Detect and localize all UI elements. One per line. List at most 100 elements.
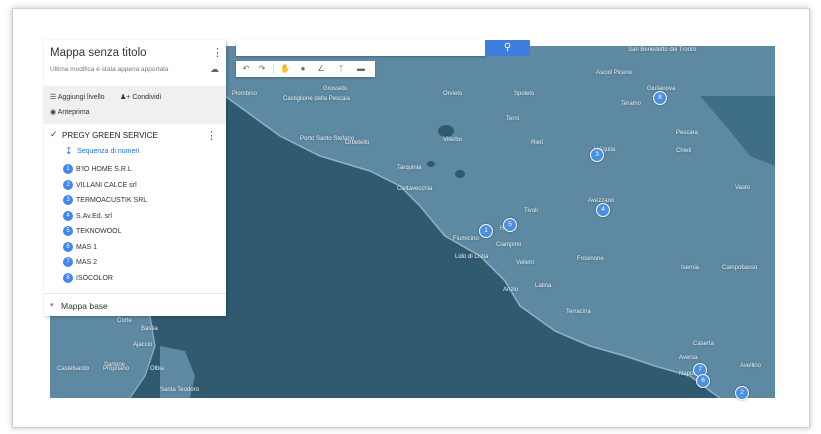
place-label: Fiumicino xyxy=(453,236,479,242)
cloud-saved-icon: ☁ xyxy=(210,64,219,74)
layer-item-label: MAS 1 xyxy=(76,243,98,251)
map-pin[interactable]: 8 xyxy=(653,91,667,105)
toolbar-divider xyxy=(273,64,274,74)
last-edit-status: Ultima modifica è stata appena apportata xyxy=(50,66,169,73)
layer-item[interactable]: 5 TEKNOWOOL xyxy=(63,226,122,238)
redo-icon[interactable]: ↷ xyxy=(254,61,270,77)
number-marker-icon: 1 xyxy=(63,164,73,175)
place-label: Bastia xyxy=(141,326,158,332)
map-toolbar: ↶ ↷ ✋ ● ∠ ᛉ ▬ xyxy=(236,61,375,77)
number-marker-icon: 5 xyxy=(63,226,73,237)
place-label: Frosinone xyxy=(577,256,604,262)
layer-item[interactable]: 4 S.Av.Ed. srl xyxy=(63,210,112,223)
place-label: Orvieto xyxy=(443,91,463,97)
place-label: Teramo xyxy=(621,101,642,107)
place-label: Tarquinia xyxy=(397,165,422,171)
preview-label: Anteprima xyxy=(57,109,90,116)
basemap-label: Mappa base xyxy=(61,301,108,311)
number-marker-icon: 7 xyxy=(63,257,73,268)
hand-pan-icon[interactable]: ✋ xyxy=(277,61,293,77)
place-label: Rieti xyxy=(531,140,544,146)
place-label: Terracina xyxy=(566,309,591,315)
place-label: Terni xyxy=(506,116,520,122)
chevron-down-icon: ▾ xyxy=(50,302,54,309)
add-layer-label: Aggiungi livello xyxy=(57,94,105,101)
place-label: Vasto xyxy=(735,185,750,191)
map-pin[interactable]: 1 xyxy=(479,224,493,238)
share-button[interactable]: ♟+ Condividi xyxy=(120,93,161,101)
place-label: Aversa xyxy=(679,355,698,361)
preview-button[interactable]: ◉ Anteprima xyxy=(50,108,90,116)
place-label: Ascoli Piceno xyxy=(596,70,633,76)
ruler-icon[interactable]: ▬ xyxy=(353,61,369,77)
place-label: Civitavecchia xyxy=(397,186,433,192)
place-label: Santa Teodoro xyxy=(160,387,199,393)
layer-item-label: S.Av.Ed. srl xyxy=(76,212,112,220)
marker-icon[interactable]: ● xyxy=(295,61,311,77)
search-input[interactable] xyxy=(236,40,486,56)
place-label: Isernia xyxy=(681,265,700,271)
place-label: Velletri xyxy=(516,260,535,266)
place-label: Lido di Ostia xyxy=(455,254,489,260)
layer-item-label: TERMOACUSTIK SRL xyxy=(76,197,148,204)
map-pin[interactable]: 6 xyxy=(696,374,710,388)
place-label: Spoleto xyxy=(514,91,535,97)
place-label: Propriano xyxy=(103,366,130,372)
paint-roller-icon: ↧ xyxy=(65,146,73,156)
place-label: Caserta xyxy=(693,341,715,347)
place-label: Latina xyxy=(535,283,552,289)
layer-item[interactable]: 7 MAS 2 xyxy=(63,257,97,269)
layer-item-label: VILLANI CALCE srl xyxy=(76,181,137,189)
layer-item[interactable]: 3 TERMOACUSTIK SRL xyxy=(63,195,147,207)
layer-item[interactable]: 2 VILLANI CALCE srl xyxy=(63,179,137,192)
number-marker-icon: 3 xyxy=(63,195,73,206)
map-pin[interactable]: 4 xyxy=(596,203,610,217)
search-button[interactable]: ⚲ xyxy=(485,40,530,56)
search-icon: ⚲ xyxy=(503,42,512,53)
undo-icon[interactable]: ↶ xyxy=(238,61,254,77)
layer-item[interactable]: 8 ISOCOLOR xyxy=(63,272,113,285)
layer-item-label: MAS 2 xyxy=(76,259,98,266)
layer-item[interactable]: 1 B'IO HOME S.R.L xyxy=(63,164,132,176)
place-label: Avellino xyxy=(740,363,761,369)
layer-item[interactable]: 6 MAS 1 xyxy=(63,241,98,254)
map-pin[interactable]: 3 xyxy=(590,148,604,162)
layer-item-label: TEKNOWOOL xyxy=(76,228,122,235)
place-label: Olbia xyxy=(150,366,165,372)
place-label: Viterbo xyxy=(443,137,462,143)
basemap-toggle[interactable]: ▾ Mappa base xyxy=(44,293,226,317)
map-menu-icon[interactable]: ⋮ xyxy=(212,46,223,59)
number-marker-icon: 4 xyxy=(63,210,73,221)
layer-style-link[interactable]: Sequenza di numeri xyxy=(77,148,139,155)
place-label: Castelsardo xyxy=(57,366,90,372)
directions-icon[interactable]: ᛉ xyxy=(333,61,349,77)
place-label: Ajaccio xyxy=(133,342,153,348)
layer-menu-icon[interactable]: ⋮ xyxy=(206,129,217,142)
place-label: Anzio xyxy=(503,287,519,293)
add-person-icon: ♟+ xyxy=(120,94,131,101)
eye-icon: ◉ xyxy=(50,109,57,116)
layer-checkbox[interactable]: ✓ xyxy=(50,129,58,140)
place-label: Chieti xyxy=(676,148,692,154)
map-title[interactable]: Mappa senza titolo xyxy=(50,47,147,59)
place-label: Castiglione della Pescaia xyxy=(283,96,351,102)
place-label: Grosseto xyxy=(323,86,348,92)
number-marker-icon: 6 xyxy=(63,241,73,252)
draw-line-icon[interactable]: ∠ xyxy=(313,61,329,77)
place-label: Ciampino xyxy=(496,242,522,248)
place-label: Campobasso xyxy=(722,265,758,271)
place-label: Tivoli xyxy=(524,208,538,214)
map-pin[interactable]: 5 xyxy=(503,218,517,232)
place-label: Piombino xyxy=(232,91,258,97)
layer-name[interactable]: PREGY GREEN SERVICE xyxy=(62,131,158,140)
share-label: Condividi xyxy=(132,94,162,101)
map-pin[interactable]: 2 xyxy=(735,386,749,400)
layers-panel: Mappa senza titolo ⋮ Ultima modifica è s… xyxy=(44,40,226,316)
place-label: Corte xyxy=(117,318,132,324)
add-layer-button[interactable]: ☰ Aggiungi livello xyxy=(50,93,105,101)
place-label: San Benedetto del Tronto xyxy=(628,47,697,53)
place-label: Pescara xyxy=(676,130,699,136)
place-label: Orbetello xyxy=(345,140,370,146)
layers-icon: ☰ xyxy=(50,94,57,101)
number-marker-icon: 2 xyxy=(63,179,73,190)
